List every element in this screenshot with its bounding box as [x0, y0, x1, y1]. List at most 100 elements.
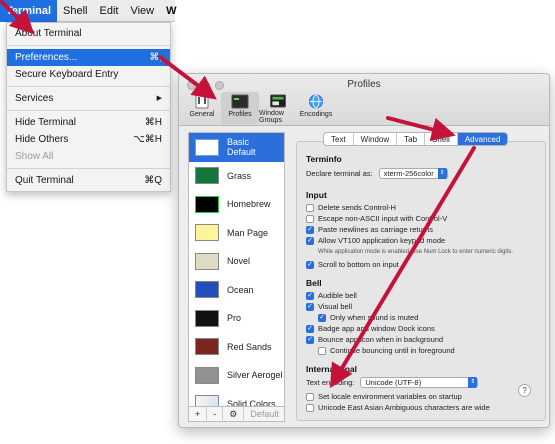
profile-item-basic[interactable]: Basic Default	[189, 133, 284, 162]
profile-item-silver-aerogel[interactable]: Silver Aerogel	[189, 361, 284, 390]
chevron-updown-icon: ⇕	[468, 377, 478, 388]
text-encoding-row: Text encoding: Unicode (UTF-8) ⇕	[306, 377, 479, 388]
delete-sends-ctrl-h-checkbox[interactable]: Delete sends Control-H	[306, 203, 396, 212]
menu-separator	[7, 110, 170, 111]
menu-item-label: Services	[15, 93, 54, 104]
menu-item-label: Hide Terminal	[15, 117, 76, 128]
profile-name: Ocean	[227, 284, 254, 295]
menu-separator	[7, 86, 170, 87]
tab-tab[interactable]: Tab	[397, 133, 426, 145]
checkbox-label: Delete sends Control-H	[318, 203, 396, 212]
checkbox-label: Visual bell	[318, 302, 353, 311]
settings-tabs: Text Window Tab Shell Advanced	[323, 132, 509, 146]
set-locale-checkbox[interactable]: Set locale environment variables on star…	[306, 392, 462, 401]
checkbox-label: Allow VT100 application keypad mode	[318, 236, 446, 245]
title-bar: Profiles General Profiles Window Groups …	[179, 74, 549, 126]
menu-item-label: Hide Others	[15, 134, 69, 145]
input-heading: Input	[306, 190, 327, 200]
menu-terminal[interactable]: Terminal	[0, 0, 58, 22]
only-when-muted-checkbox[interactable]: ✓ Only when sound is muted	[318, 313, 418, 322]
menu-window[interactable]: W	[160, 0, 182, 22]
terminal-profile-icon	[231, 94, 249, 109]
profile-name: Red Sands	[227, 341, 272, 352]
profile-thumbnail	[195, 309, 219, 327]
text-encoding-value: Unicode (UTF-8)	[365, 378, 422, 387]
tab-profiles[interactable]: Profiles	[221, 92, 259, 124]
menu-item-quit[interactable]: Quit Terminal ⌘Q	[7, 172, 170, 189]
profile-list: Basic Default Grass Homebrew Man Page Nov…	[188, 132, 285, 427]
tab-advanced[interactable]: Advanced	[457, 133, 508, 145]
continue-bouncing-checkbox[interactable]: Continue bouncing until in foreground	[318, 346, 455, 355]
tab-encodings[interactable]: Encodings	[297, 92, 335, 124]
profile-name: Basic	[227, 137, 250, 148]
set-default-button[interactable]: Default	[244, 407, 285, 422]
checkbox-off-icon	[306, 392, 314, 401]
menu-item-preferences[interactable]: Preferences... ⌘,	[7, 49, 170, 66]
tab-text[interactable]: Text	[324, 133, 354, 145]
bounce-app-icon-checkbox[interactable]: ✓ Bounce app icon when in background	[306, 335, 443, 344]
add-profile-button[interactable]: +	[189, 406, 208, 422]
menu-separator	[7, 45, 170, 46]
menu-item-label: Quit Terminal	[15, 175, 74, 186]
menu-item-hide-others[interactable]: Hide Others ⌥⌘H	[7, 131, 170, 148]
checkbox-label: Scroll to bottom on input	[318, 260, 399, 269]
tab-window-groups[interactable]: Window Groups	[259, 92, 297, 124]
menu-item-services[interactable]: Services ▶	[7, 90, 170, 107]
profile-name: Grass	[227, 170, 252, 181]
menu-item-about[interactable]: About Terminal	[7, 25, 170, 42]
declare-terminal-row: Declare terminal as: xterm-256color ⇕	[306, 168, 448, 179]
paste-newlines-checkbox[interactable]: ✓ Paste newlines as carriage returns	[306, 225, 433, 234]
profile-item-pro[interactable]: Pro	[189, 304, 284, 333]
profile-thumbnail	[195, 138, 219, 156]
menu-shell[interactable]: Shell	[57, 0, 93, 22]
help-button[interactable]: ?	[518, 384, 531, 397]
menu-item-label: Show All	[15, 151, 54, 162]
east-asian-wide-checkbox[interactable]: Unicode East Asian Ambiguous characters …	[306, 403, 490, 412]
escape-non-ascii-checkbox[interactable]: Escape non-ASCII input with Control-V	[306, 214, 447, 223]
vt100-keypad-checkbox[interactable]: ✓ Allow VT100 application keypad mode	[306, 236, 445, 245]
profile-name: Homebrew	[227, 199, 271, 210]
shortcut-label: ⌥⌘H	[133, 134, 162, 145]
gear-menu-button[interactable]: ⚙ ▾	[223, 406, 245, 427]
menu-separator	[7, 168, 170, 169]
declare-terminal-select[interactable]: xterm-256color ⇕	[378, 168, 448, 179]
declare-terminal-value: xterm-256color	[383, 169, 434, 178]
profile-item-man-page[interactable]: Man Page	[189, 219, 284, 248]
checkbox-label: Audible bell	[318, 291, 357, 300]
tab-general[interactable]: General	[183, 92, 221, 124]
menu-item-secure-keyboard[interactable]: Secure Keyboard Entry	[7, 66, 170, 83]
profile-item-red-sands[interactable]: Red Sands	[189, 333, 284, 362]
menu-view[interactable]: View	[124, 0, 160, 22]
checkmark-icon: ✓	[306, 236, 314, 245]
profile-item-novel[interactable]: Novel	[189, 247, 284, 276]
profile-thumbnail	[195, 338, 219, 356]
profile-item-grass[interactable]: Grass	[189, 162, 284, 191]
profile-thumbnail	[195, 366, 219, 384]
submenu-arrow-icon: ▶	[156, 95, 162, 102]
terminfo-heading: Terminfo	[306, 154, 342, 164]
profile-item-homebrew[interactable]: Homebrew	[189, 190, 284, 219]
profile-item-ocean[interactable]: Ocean	[189, 276, 284, 305]
tab-window[interactable]: Window	[354, 133, 398, 145]
profile-list-footer: + - ⚙ ▾ Default	[189, 406, 285, 427]
window-title: Profiles	[347, 79, 381, 90]
checkbox-off-icon	[306, 403, 314, 412]
shortcut-label: ⌘H	[144, 117, 162, 128]
text-encoding-select[interactable]: Unicode (UTF-8) ⇕	[360, 377, 479, 388]
profile-thumbnail	[195, 252, 219, 270]
menu-item-hide[interactable]: Hide Terminal ⌘H	[7, 114, 170, 131]
scroll-to-bottom-checkbox[interactable]: ✓ Scroll to bottom on input	[306, 260, 399, 269]
remove-profile-button[interactable]: -	[207, 406, 224, 422]
tab-label: Encodings	[299, 111, 333, 118]
tab-shell[interactable]: Shell	[425, 133, 458, 145]
tab-label: Window Groups	[259, 110, 284, 124]
menu-edit[interactable]: Edit	[94, 0, 125, 22]
preferences-window: Profiles General Profiles Window Groups …	[178, 73, 550, 428]
menu-item-label: About Terminal	[15, 28, 82, 39]
badge-dock-icons-checkbox[interactable]: ✓ Badge app and window Dock icons	[306, 324, 435, 333]
visual-bell-checkbox[interactable]: ✓ Visual bell	[306, 302, 352, 311]
profile-thumbnail	[195, 281, 219, 299]
audible-bell-checkbox[interactable]: ✓ Audible bell	[306, 291, 357, 300]
keypad-note: While application mode is enabled, use N…	[318, 249, 514, 255]
checkbox-off-icon	[318, 346, 326, 355]
